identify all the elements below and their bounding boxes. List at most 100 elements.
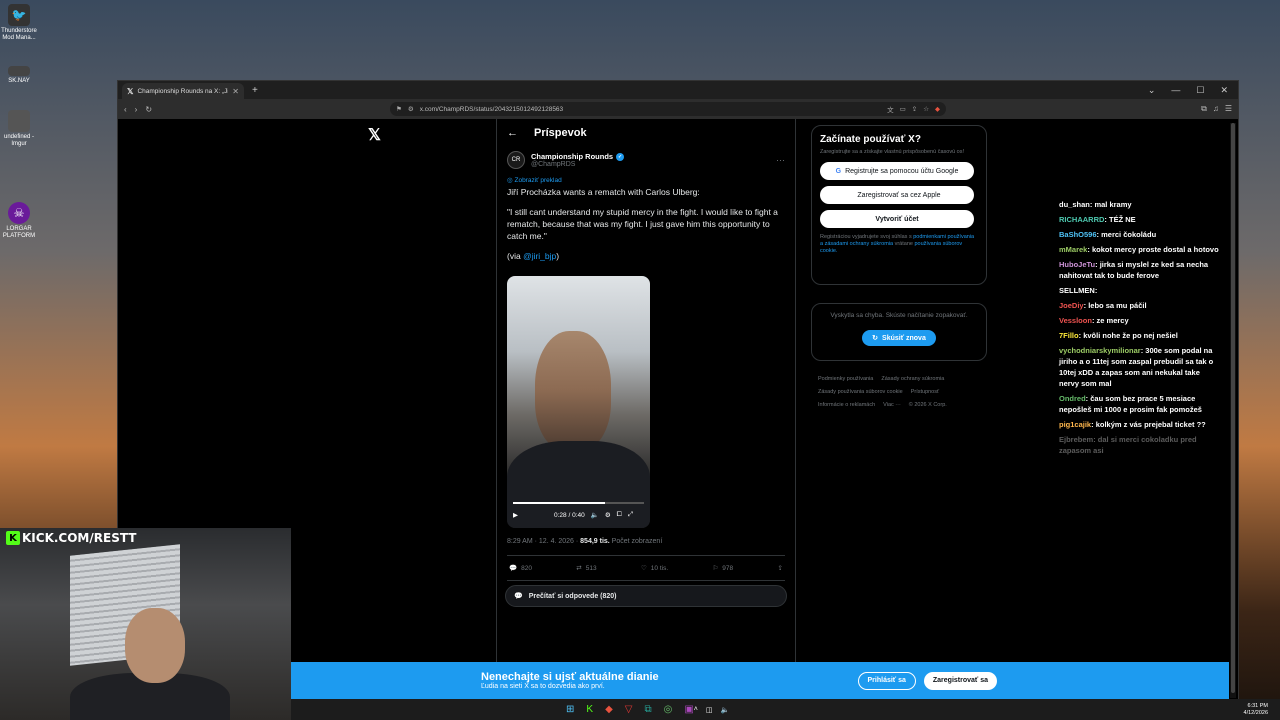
footer-link[interactable]: Informácie o reklamách bbox=[818, 399, 875, 412]
scrollbar[interactable] bbox=[1230, 123, 1236, 698]
signup-banner: Nenechajte si ujsť aktuálne dianie Ľudia… bbox=[291, 662, 1229, 699]
app-icon[interactable]: ◎ bbox=[664, 704, 673, 715]
site-info-icon[interactable]: ⚙ bbox=[408, 105, 414, 113]
fullscreen-icon[interactable]: ⤢ bbox=[628, 511, 633, 519]
app-icon[interactable]: ⧉ bbox=[644, 704, 651, 715]
browser-tab[interactable]: 𝕏 Championship Rounds na X: „Jiří... ✕ bbox=[122, 83, 244, 99]
desktop-icon-thunderstore[interactable]: 🐦 Thunderstore Mod Mana... bbox=[0, 4, 38, 42]
globe-icon: ◎ bbox=[507, 177, 513, 184]
back-icon[interactable]: ‹ bbox=[124, 105, 127, 114]
chat-text: mal kramy bbox=[1094, 200, 1132, 209]
register-button[interactable]: Zaregistrovať sa bbox=[923, 671, 997, 690]
repost-button[interactable]: ⇄ 513 bbox=[576, 564, 596, 573]
chat-username[interactable]: SELLMEN bbox=[1059, 286, 1095, 295]
star-icon[interactable]: ☆ bbox=[923, 105, 929, 113]
google-signup-button[interactable]: G Registrujte sa pomocou účtu Google bbox=[820, 162, 974, 180]
footer-link[interactable]: Zásady používania súborov cookie bbox=[818, 386, 903, 399]
more-options-icon[interactable]: ··· bbox=[776, 155, 785, 165]
shield-icon[interactable]: ◆ bbox=[935, 105, 940, 113]
reply-icon: 💬 bbox=[514, 593, 523, 600]
browser-toolbar: ‹ › ↻ ⚑ ⚙ x.com/ChampRDS/status/20432150… bbox=[118, 99, 1238, 119]
chat-username[interactable]: 7Fillo bbox=[1059, 331, 1079, 340]
captions-icon[interactable]: ⧠ bbox=[617, 511, 622, 519]
author-row: CR Championship Rounds ✓ @ChampRDS ··· bbox=[497, 147, 795, 173]
reply-button[interactable]: 💬 820 bbox=[509, 564, 532, 573]
network-icon[interactable]: ◫ bbox=[706, 706, 713, 714]
share-icon[interactable]: ⇪ bbox=[912, 105, 917, 113]
chat-username[interactable]: BaShO596 bbox=[1059, 230, 1097, 239]
retry-button[interactable]: ↻ Skúsiť znova bbox=[862, 330, 936, 346]
volume-icon[interactable]: 🔈 bbox=[591, 511, 599, 519]
brave-app-icon[interactable]: ◆ bbox=[605, 704, 613, 715]
login-button[interactable]: Prihlásiť sa bbox=[857, 671, 916, 690]
menu-icon[interactable]: ☰ bbox=[1225, 104, 1232, 114]
cast-icon[interactable]: ▭ bbox=[900, 105, 906, 113]
media-icon[interactable]: ♫ bbox=[1213, 104, 1219, 114]
play-icon[interactable]: ▶ bbox=[513, 511, 518, 519]
chat-username[interactable]: du_shan bbox=[1059, 200, 1090, 209]
chat-username[interactable]: mMarek bbox=[1059, 245, 1087, 254]
tab-search-icon[interactable]: ⌄ bbox=[1148, 85, 1156, 96]
post-timestamp[interactable]: 8:29 AM · 12. 4. 2026 · bbox=[507, 538, 580, 545]
footer-link[interactable]: Viac ··· bbox=[883, 399, 901, 412]
desktop-icon-imgur[interactable]: undefined - Imgur bbox=[0, 110, 38, 148]
translate-icon[interactable]: 文 bbox=[887, 104, 894, 114]
desktop-icon-sknay[interactable]: SK.NAY bbox=[0, 66, 38, 85]
chat-username[interactable]: JoeDiy bbox=[1059, 301, 1084, 310]
windows-start-icon[interactable]: ⊞ bbox=[566, 704, 574, 715]
read-replies-button[interactable]: 💬 Prečítať si odpovede (820) bbox=[505, 585, 787, 607]
author-handle[interactable]: @ChampRDS bbox=[531, 161, 624, 168]
footer-link[interactable]: Zásady ochrany súkromia bbox=[881, 373, 944, 386]
taskbar-clock[interactable]: 6:31 PM 4/12/2026 bbox=[1244, 703, 1268, 717]
chat-username[interactable]: Vessloon bbox=[1059, 316, 1092, 325]
app-icon[interactable]: ▣ bbox=[684, 704, 693, 715]
mention-link[interactable]: @jiri_bjp bbox=[523, 251, 556, 261]
video-player[interactable]: ▶ 0:28 / 0:40 🔈 ⚙ ⧠ ⤢ bbox=[507, 276, 650, 528]
chat-username[interactable]: pig1cajik bbox=[1059, 420, 1091, 429]
x-favicon-icon: 𝕏 bbox=[127, 86, 134, 96]
apple-signup-button[interactable]: Zaregistrovať sa cez Apple bbox=[820, 186, 974, 204]
close-tab-icon[interactable]: ✕ bbox=[232, 87, 239, 96]
chat-username[interactable]: vychodniarskymilionar bbox=[1059, 346, 1141, 355]
verified-badge-icon: ✓ bbox=[616, 152, 625, 161]
address-bar[interactable]: ⚑ ⚙ x.com/ChampRDS/status/20432150124921… bbox=[390, 102, 947, 116]
kick-app-icon[interactable]: K bbox=[586, 704, 593, 715]
footer-link[interactable]: Prístupnosť bbox=[911, 386, 939, 399]
reload-icon[interactable]: ↻ bbox=[145, 105, 152, 114]
footer-link[interactable]: Podmienky používania bbox=[818, 373, 873, 386]
scrollbar-thumb[interactable] bbox=[1231, 123, 1235, 693]
banner-text: Nenechajte si ujsť aktuálne dianie Ľudia… bbox=[481, 671, 659, 690]
app-icon bbox=[8, 66, 30, 76]
minimize-icon[interactable]: — bbox=[1171, 85, 1180, 96]
desktop-icon-lorgar[interactable]: ☠ LORGAR PLATFORM bbox=[0, 202, 38, 240]
chat-username[interactable]: Ejbrebem bbox=[1059, 435, 1093, 444]
volume-icon[interactable]: 🔈 bbox=[721, 706, 730, 714]
share-button[interactable]: ⇪ bbox=[778, 564, 783, 572]
bookmark-icon[interactable]: ⚑ bbox=[396, 105, 402, 113]
create-account-button[interactable]: Vytvoriť účet bbox=[820, 210, 974, 228]
avatar[interactable]: CR bbox=[507, 151, 525, 169]
repost-icon: ⇄ bbox=[576, 565, 582, 572]
chat-username[interactable]: HuboJeTu bbox=[1059, 260, 1095, 269]
settings-icon[interactable]: ⚙ bbox=[605, 511, 611, 519]
show-translation-link[interactable]: ◎ Zobraziť preklad bbox=[497, 173, 795, 184]
like-button[interactable]: ♡ 10 tis. bbox=[641, 564, 668, 573]
url-text: x.com/ChampRDS/status/204321501249212856… bbox=[419, 105, 564, 113]
forward-icon[interactable]: › bbox=[135, 105, 138, 114]
chat-message: 7Fillo: kvôli nohe že po nej nešiel bbox=[1059, 330, 1219, 341]
x-logo-icon[interactable]: 𝕏 bbox=[368, 125, 381, 145]
error-card: Vyskytla sa chyba. Skúste načítanie zopa… bbox=[811, 303, 987, 361]
tray-chevron-icon[interactable]: ˄ bbox=[694, 706, 698, 714]
tab-bar: 𝕏 Championship Rounds na X: „Jiří... ✕ +… bbox=[118, 81, 1238, 99]
bookmark-button[interactable]: ⚐ 978 bbox=[712, 564, 733, 573]
new-tab-icon[interactable]: + bbox=[252, 85, 258, 96]
chat-username[interactable]: Ondred bbox=[1059, 394, 1086, 403]
app-icon[interactable]: ▽ bbox=[625, 704, 633, 715]
back-arrow-icon[interactable]: ← bbox=[507, 127, 518, 139]
author-name[interactable]: Championship Rounds ✓ bbox=[531, 152, 625, 161]
chat-text: kvôli nohe že po nej nešiel bbox=[1083, 331, 1178, 340]
maximize-icon[interactable]: ☐ bbox=[1196, 85, 1204, 96]
chat-username[interactable]: RICHAARRD bbox=[1059, 215, 1104, 224]
close-window-icon[interactable]: ✕ bbox=[1220, 85, 1228, 96]
extensions-icon[interactable]: ⧉ bbox=[1201, 104, 1207, 114]
